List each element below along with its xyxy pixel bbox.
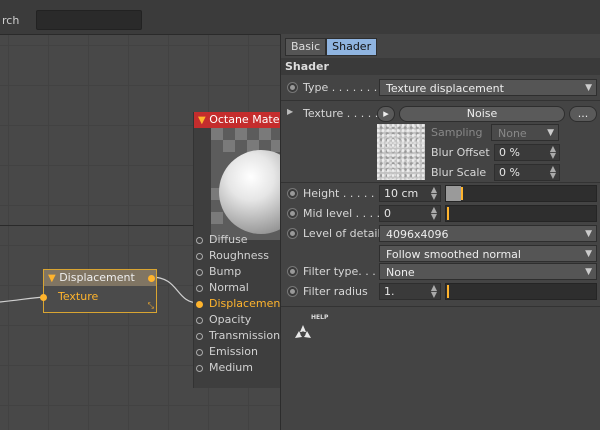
lod-radio[interactable] xyxy=(287,228,298,239)
help-label: HELP xyxy=(311,314,329,321)
output-port-dot[interactable] xyxy=(148,275,155,282)
lod-label: Level of detail xyxy=(303,227,381,240)
displacement-node[interactable]: ▼ Displacement Texture ⤡ xyxy=(40,269,157,313)
height-radio[interactable] xyxy=(287,188,298,199)
collapse-icon[interactable]: ▼ xyxy=(198,115,206,126)
height-slider[interactable] xyxy=(445,185,597,202)
preview-sphere xyxy=(219,150,285,234)
octane-help-icon[interactable]: HELP xyxy=(289,314,328,348)
input-bump[interactable]: Bump xyxy=(194,264,285,280)
filter-radius-radio[interactable] xyxy=(287,286,298,297)
texture-port[interactable]: Texture xyxy=(44,286,156,308)
blur-scale-label: Blur Scale xyxy=(431,166,487,179)
filter-type-radio[interactable] xyxy=(287,266,298,277)
height-field[interactable]: 10 cm ▲ ▼ xyxy=(379,185,441,202)
smoothing-row: Follow smoothed normal ▼ xyxy=(281,244,600,264)
input-displacement[interactable]: Displacement xyxy=(194,296,285,312)
sampling-dropdown[interactable]: None ▼ xyxy=(491,124,559,141)
displacement-node-title: Displacement xyxy=(59,271,135,284)
texture-label: Texture . . . . . . xyxy=(303,107,386,120)
input-medium[interactable]: Medium xyxy=(194,360,285,376)
texture-row: ▶ Texture . . . . . . ▸ Noise ... xyxy=(281,104,600,124)
lod-dropdown[interactable]: 4096x4096 ▼ xyxy=(379,225,597,242)
texture-menu-button[interactable]: ▸ xyxy=(377,106,395,122)
mid-level-slider[interactable] xyxy=(445,205,597,222)
mid-level-label: Mid level . . . . xyxy=(303,207,381,220)
texture-noise-button[interactable]: Noise xyxy=(399,106,565,122)
filter-type-row: Filter type. . . . None ▼ xyxy=(281,262,600,282)
type-label: Type . . . . . . . . . xyxy=(303,81,392,94)
texture-port-label: Texture xyxy=(58,290,99,303)
filter-radius-label: Filter radius xyxy=(303,285,368,298)
collapse-icon[interactable]: ▼ xyxy=(48,273,56,284)
input-transmission[interactable]: Transmission xyxy=(194,328,285,344)
tab-basic[interactable]: Basic xyxy=(285,38,327,56)
filter-type-label: Filter type. . . . xyxy=(303,265,383,278)
expand-icon[interactable]: ▶ xyxy=(287,107,293,116)
tab-bar: Basic Shader xyxy=(285,38,378,56)
attribute-panel: Basic Shader Shader Type . . . . . . . . … xyxy=(280,34,600,430)
octane-material-node[interactable]: ▼ Octane Material Diffuse Roughness Bump… xyxy=(193,112,285,388)
smoothing-dropdown[interactable]: Follow smoothed normal ▼ xyxy=(379,245,597,262)
mid-level-radio[interactable] xyxy=(287,208,298,219)
filter-radius-row: Filter radius 1. ▲ ▼ xyxy=(281,282,600,302)
level-of-detail-row: Level of detail 4096x4096 ▼ xyxy=(281,224,600,244)
blur-offset-label: Blur Offset xyxy=(431,146,490,159)
filter-type-dropdown[interactable]: None ▼ xyxy=(379,263,597,280)
height-label: Height . . . . . . . xyxy=(303,187,389,200)
input-roughness[interactable]: Roughness xyxy=(194,248,285,264)
material-node-title: Octane Material xyxy=(209,113,285,126)
material-preview xyxy=(211,128,285,240)
mid-level-row: Mid level . . . . 0 ▲ ▼ xyxy=(281,204,600,224)
filter-radius-field[interactable]: 1. ▲ ▼ xyxy=(379,283,441,300)
filter-radius-slider[interactable] xyxy=(445,283,597,300)
blur-scale-field[interactable]: 0 % ▲ ▼ xyxy=(494,164,560,181)
height-row: Height . . . . . . . 10 cm ▲ ▼ xyxy=(281,184,600,204)
input-port-dot[interactable] xyxy=(40,294,47,301)
blur-offset-field[interactable]: 0 % ▲ ▼ xyxy=(494,144,560,161)
tab-shader[interactable]: Shader xyxy=(326,38,378,56)
input-normal[interactable]: Normal xyxy=(194,280,285,296)
material-inputs: Diffuse Roughness Bump Normal Displaceme… xyxy=(194,232,285,376)
animate-radio[interactable] xyxy=(287,82,298,93)
sampling-label: Sampling xyxy=(431,126,483,139)
noise-thumbnail xyxy=(377,124,425,180)
chevron-down-icon: ▼ xyxy=(585,83,592,93)
texture-more-button[interactable]: ... xyxy=(569,106,597,122)
displacement-node-header[interactable]: ▼ Displacement xyxy=(44,270,156,286)
mid-level-field[interactable]: 0 ▲ ▼ xyxy=(379,205,441,222)
input-emission[interactable]: Emission xyxy=(194,344,285,360)
type-row: Type . . . . . . . . . Texture displacem… xyxy=(281,78,600,98)
input-opacity[interactable]: Opacity xyxy=(194,312,285,328)
input-diffuse[interactable]: Diffuse xyxy=(194,232,285,248)
section-title: Shader xyxy=(281,58,600,75)
type-dropdown[interactable]: Texture displacement ▼ xyxy=(379,79,597,96)
resize-icon[interactable]: ⤡ xyxy=(148,301,154,311)
material-node-header[interactable]: ▼ Octane Material xyxy=(194,112,285,128)
